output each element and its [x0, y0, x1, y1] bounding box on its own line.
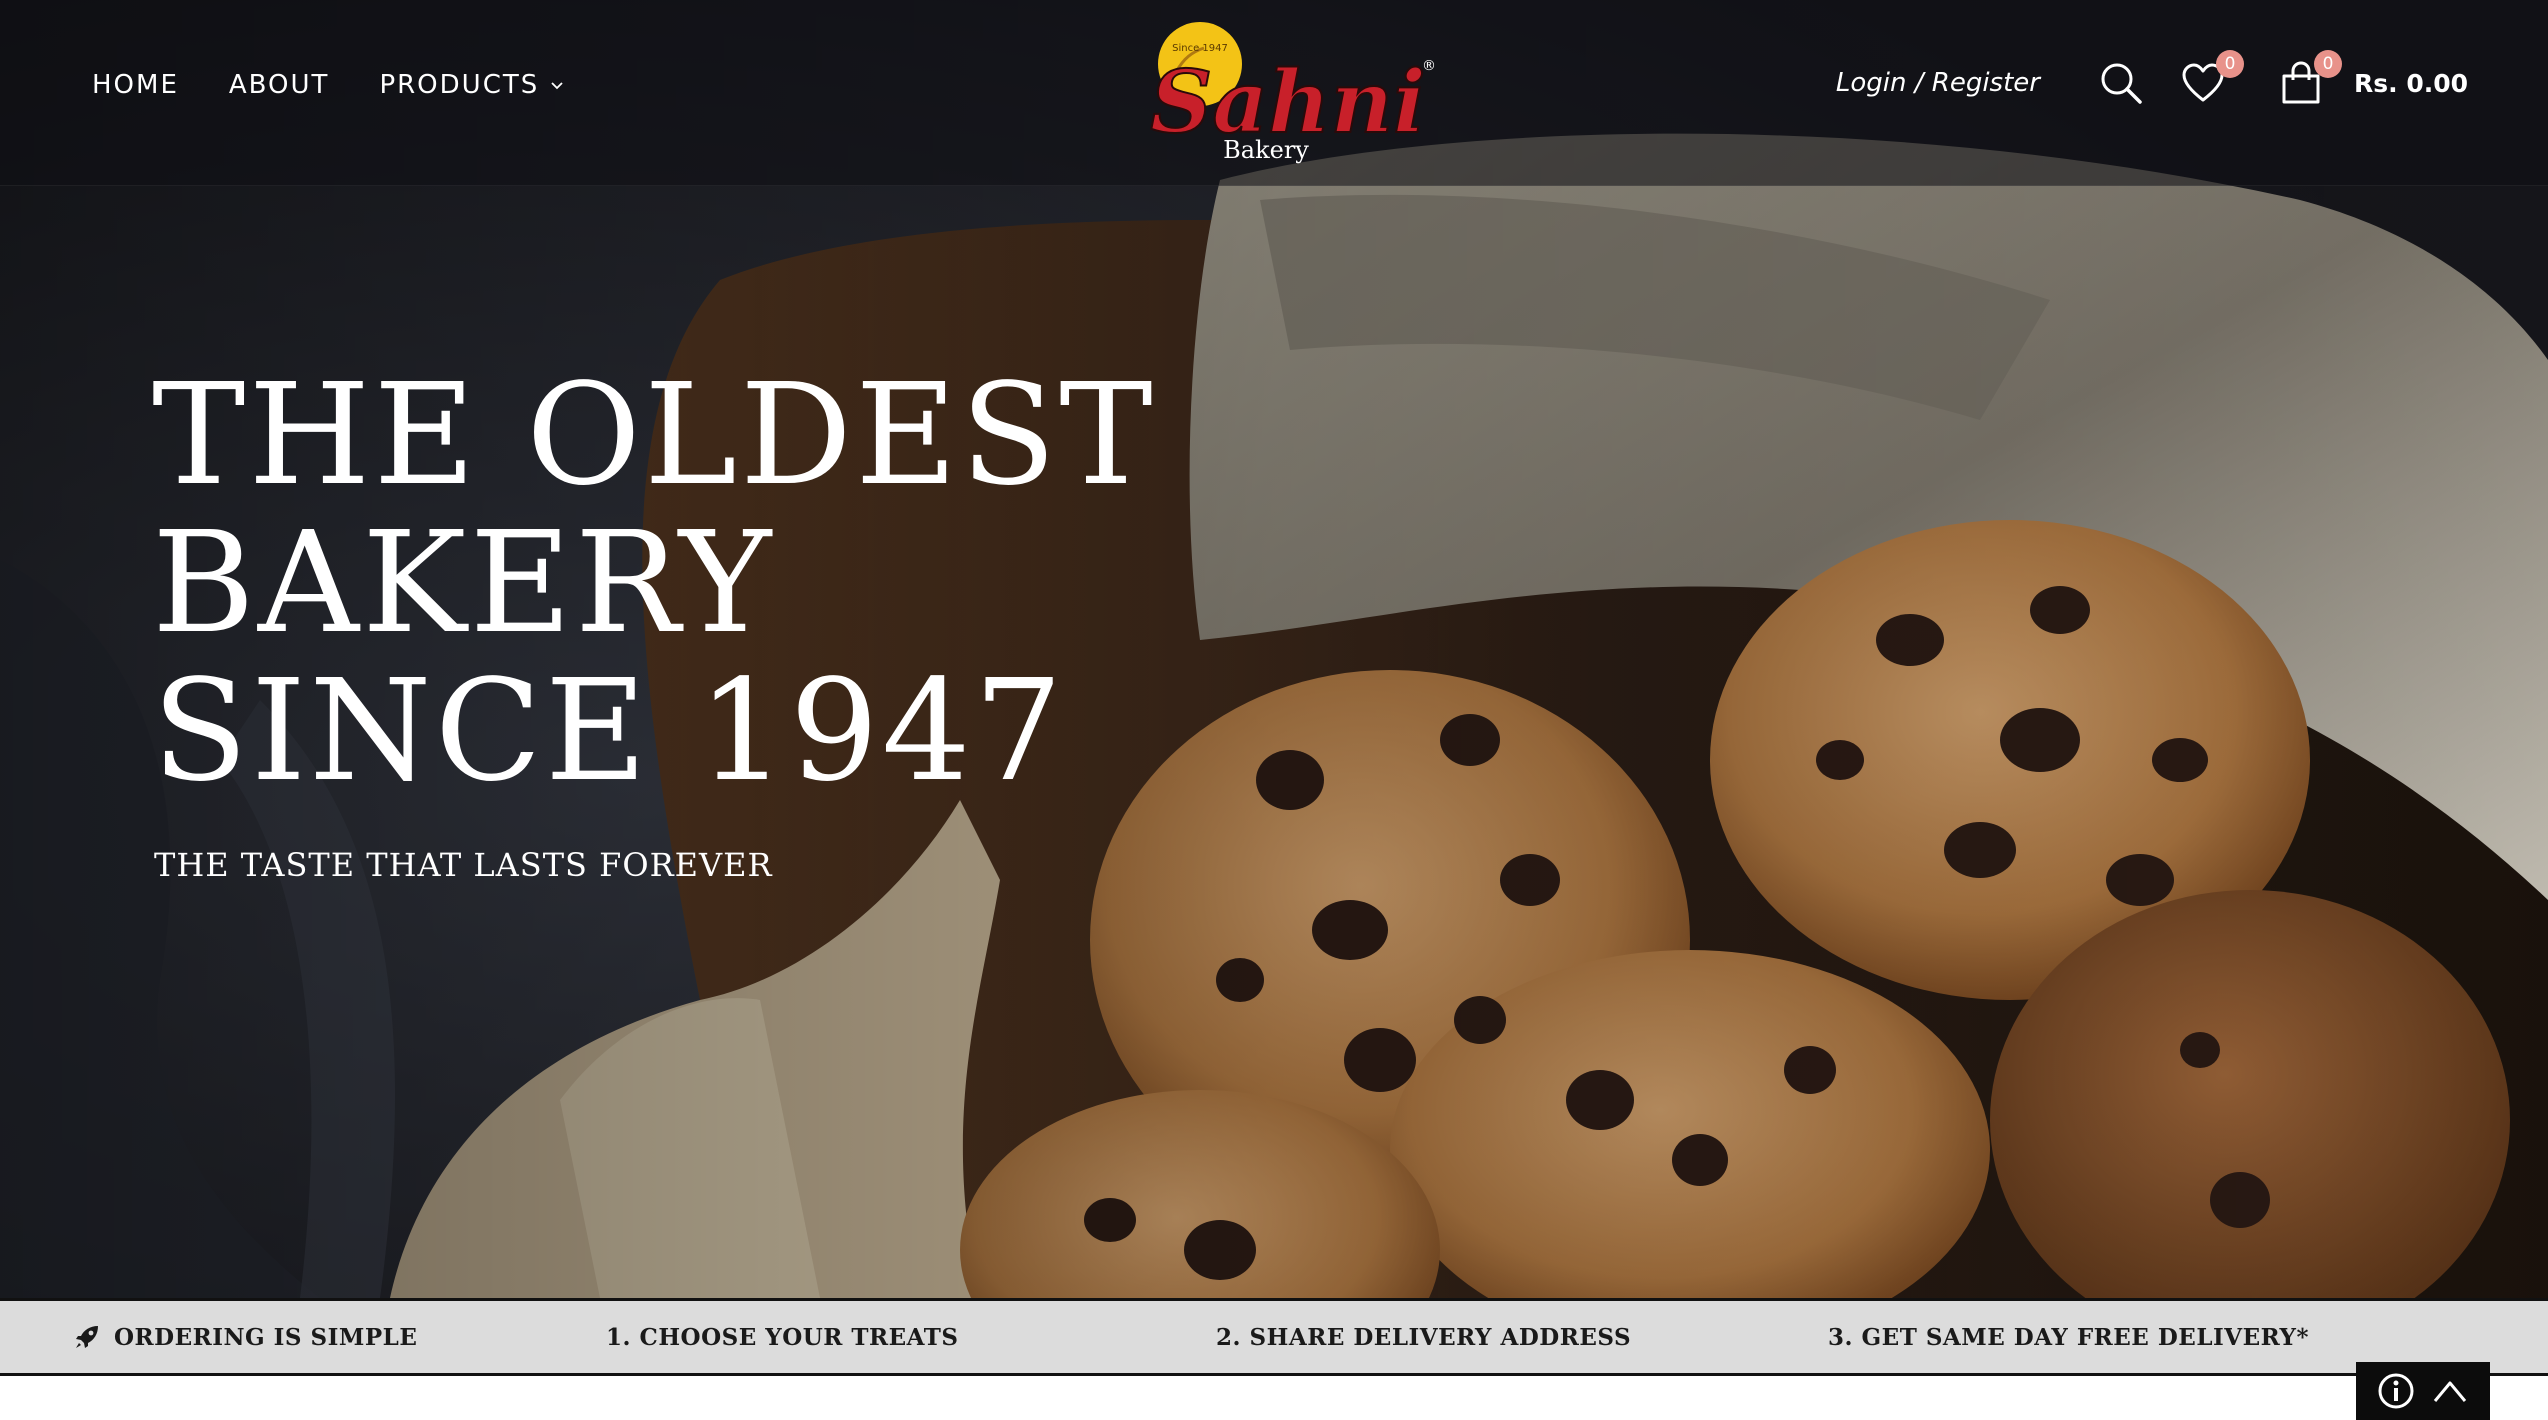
wishlist-count-badge: 0: [2215, 50, 2244, 78]
nav-products-dropdown[interactable]: PRODUCTS: [379, 70, 565, 100]
rocket-icon: [76, 1326, 98, 1348]
hero-tagline: THE TASTE THAT LASTS FOREVER: [154, 846, 773, 884]
logo-registered-mark: ®: [1422, 58, 1436, 74]
hero-headline-line-3: SINCE 1947: [152, 650, 1066, 813]
step-1: 1. CHOOSE YOUR TREATS: [606, 1301, 958, 1373]
search-button[interactable]: [2098, 60, 2144, 106]
header-tools: Login / Register 0 0 Rs. 0.00: [1836, 50, 2468, 106]
login-register-link[interactable]: Login / Register: [1836, 68, 2040, 98]
site-header: HOME ABOUT PRODUCTS Since 1947 Sahni ® B…: [0, 0, 2548, 186]
step-2: 2. SHARE DELIVERY ADDRESS: [1216, 1301, 1631, 1373]
main-nav: HOME ABOUT PRODUCTS: [92, 70, 565, 100]
hero-headline: THE OLDEST BAKERY SINCE 1947: [152, 354, 1156, 813]
nav-home-label: HOME: [92, 70, 179, 100]
ordering-steps-strip: ORDERING IS SIMPLE 1. CHOOSE YOUR TREATS…: [0, 1298, 2548, 1376]
nav-products-label: PRODUCTS: [379, 70, 540, 100]
chevron-up-icon[interactable]: [2430, 1371, 2470, 1411]
cart-count-badge: 0: [2313, 50, 2342, 78]
sahni-bakery-logo[interactable]: Since 1947 Sahni ® Bakery: [1138, 14, 1438, 174]
cart-total[interactable]: Rs. 0.00: [2354, 69, 2468, 98]
nav-home-link[interactable]: HOME: [92, 70, 179, 100]
info-icon[interactable]: [2376, 1371, 2416, 1411]
floating-widget: [2356, 1362, 2490, 1420]
step-2-label: 2. SHARE DELIVERY ADDRESS: [1216, 1323, 1632, 1351]
nav-about-link[interactable]: ABOUT: [229, 70, 330, 100]
hero-headline-line-2: BAKERY: [152, 502, 775, 665]
hero-banner: HOME ABOUT PRODUCTS Since 1947 Sahni ® B…: [0, 0, 2548, 1298]
ordering-title-label: ORDERING IS SIMPLE: [114, 1323, 418, 1351]
ordering-title: ORDERING IS SIMPLE: [74, 1301, 417, 1373]
logo-sub: Bakery: [1223, 136, 1309, 164]
step-3: 3. GET SAME DAY FREE DELIVERY*: [1828, 1301, 2309, 1373]
chevron-down-icon: [551, 82, 563, 90]
step-1-label: 1. CHOOSE YOUR TREATS: [606, 1323, 959, 1351]
nav-about-label: ABOUT: [228, 70, 330, 100]
wishlist-button[interactable]: 0: [2180, 50, 2244, 106]
search-icon: [2101, 63, 2142, 104]
step-3-label: 3. GET SAME DAY FREE DELIVERY*: [1828, 1323, 2309, 1351]
cart-button[interactable]: 0: [2278, 50, 2342, 106]
hero-headline-line-1: THE OLDEST: [152, 354, 1156, 517]
